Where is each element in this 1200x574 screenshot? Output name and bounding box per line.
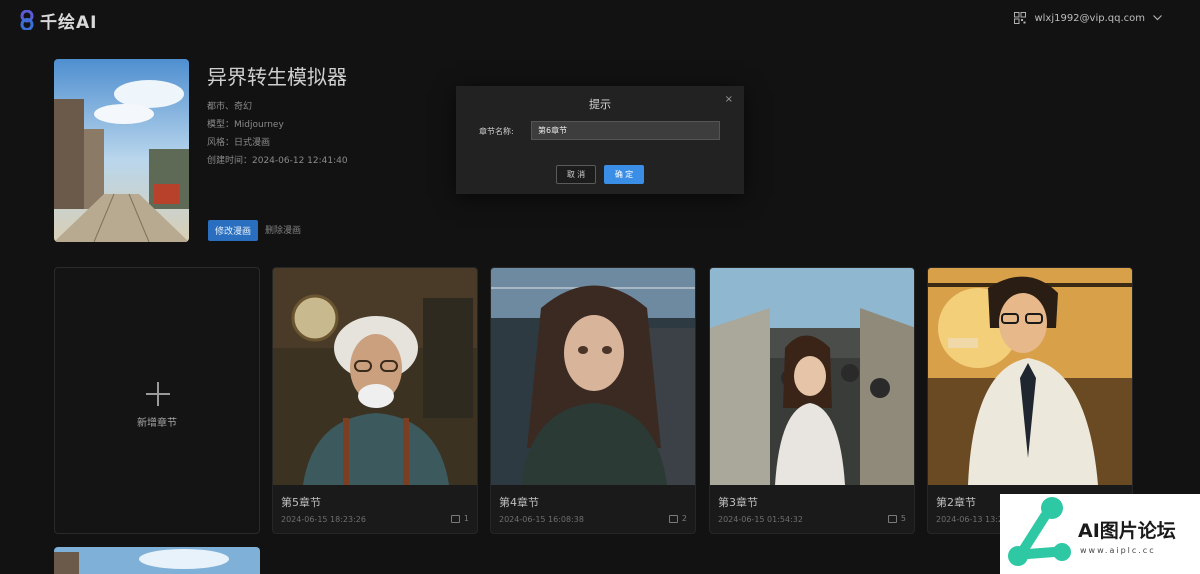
add-chapter-card[interactable]: 新增章节 xyxy=(54,267,260,534)
chapter-card[interactable]: 第3章节 2024-06-15 01:54:32 5 xyxy=(709,267,915,534)
user-email[interactable]: wlxj1992@vip.qq.com xyxy=(1034,13,1145,24)
chapter-name-input[interactable] xyxy=(531,121,720,140)
chapter-image-count: 1 xyxy=(450,514,469,523)
close-icon[interactable]: × xyxy=(725,94,733,105)
chapter-thumbnail xyxy=(273,268,477,485)
dialog-title: 提示 xyxy=(589,98,611,111)
chapter-title: 第3章节 xyxy=(718,496,758,509)
chevron-down-icon[interactable] xyxy=(1153,15,1162,21)
chapter-date: 2024-06-15 01:54:32 xyxy=(718,515,803,524)
add-chapter-label: 新增章节 xyxy=(137,418,177,429)
chapter-date: 2024-06-13 13:2 xyxy=(936,515,1003,524)
chapter-title: 第4章节 xyxy=(499,496,539,509)
chapter-image-count: 2 xyxy=(668,514,687,523)
confirm-button[interactable]: 确 定 xyxy=(604,165,644,184)
logo-text: 千绘AI xyxy=(40,12,98,33)
qrcode-icon[interactable] xyxy=(1014,12,1027,24)
edit-comic-button[interactable]: 修改漫画 xyxy=(208,220,258,241)
watermark-url: www.aiplc.cc xyxy=(1080,546,1156,555)
user-menu[interactable]: wlxj1992@vip.qq.com xyxy=(1014,12,1162,24)
chapter-card[interactable] xyxy=(54,547,260,574)
project-created-time: 创建时间：2024-06-12 12:41:40 xyxy=(207,156,348,166)
chapter-card[interactable]: 第4章节 2024-06-15 16:08:38 2 xyxy=(490,267,696,534)
logo-icon xyxy=(20,10,34,30)
image-icon xyxy=(668,514,678,523)
image-icon xyxy=(450,514,460,523)
chapter-card[interactable]: 第5章节 2024-06-15 18:23:26 1 xyxy=(272,267,478,534)
chapter-thumbnail xyxy=(54,547,260,574)
watermark-logo-icon xyxy=(1008,497,1071,566)
chapter-thumbnail xyxy=(928,268,1132,485)
project-tags: 都市、奇幻 xyxy=(207,102,253,112)
plus-icon xyxy=(146,382,170,406)
project-cover-image xyxy=(54,59,189,242)
chapter-date: 2024-06-15 16:08:38 xyxy=(499,515,584,524)
watermark: AI图片论坛 www.aiplc.cc xyxy=(1000,494,1200,574)
chapter-thumbnail xyxy=(710,268,914,485)
project-model: 模型：Midjourney xyxy=(207,120,284,130)
project-style: 风格：日式漫画 xyxy=(207,138,271,148)
prompt-dialog: 提示 × 章节名称: 取 消 确 定 xyxy=(456,86,744,194)
image-icon xyxy=(887,514,897,523)
cancel-button[interactable]: 取 消 xyxy=(556,165,596,184)
chapter-title: 第5章节 xyxy=(281,496,321,509)
chapter-name-label: 章节名称: xyxy=(479,127,514,136)
chapter-image-count: 5 xyxy=(887,514,906,523)
app-logo[interactable]: 千绘AI xyxy=(18,9,98,33)
chapter-date: 2024-06-15 18:23:26 xyxy=(281,515,366,524)
chapter-title: 第2章节 xyxy=(936,496,976,509)
delete-comic-button[interactable]: 删除漫画 xyxy=(265,220,301,241)
project-title: 异界转生模拟器 xyxy=(207,65,347,89)
chapter-thumbnail xyxy=(491,268,695,485)
watermark-text: AI图片论坛 xyxy=(1078,520,1176,542)
